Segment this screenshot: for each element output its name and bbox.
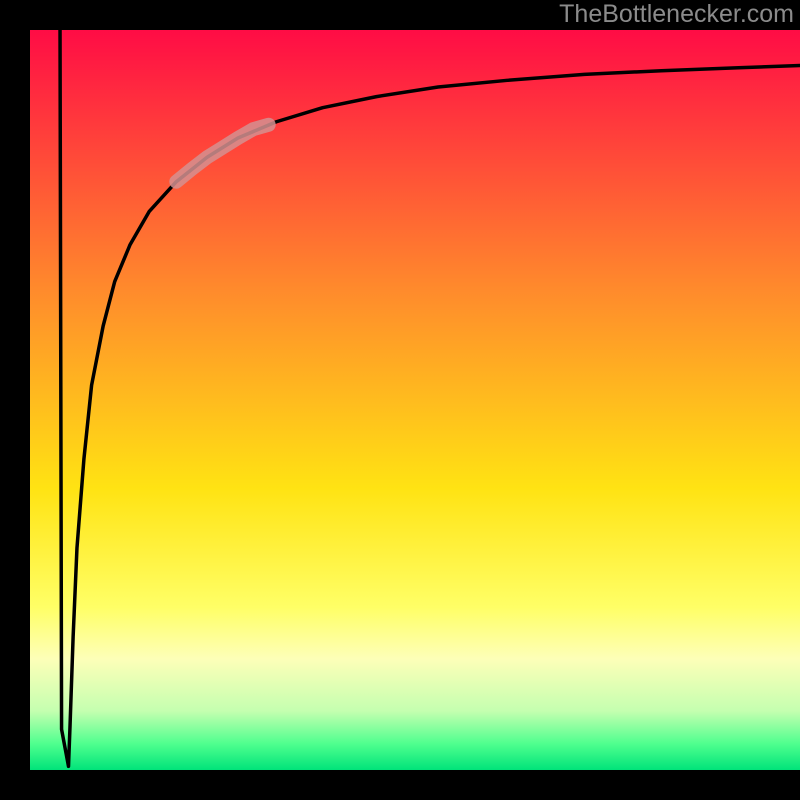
watermark-text: TheBottlenecker.com: [559, 0, 794, 29]
chart-gradient-bg: [30, 30, 800, 770]
chart-stage: TheBottlenecker.com: [0, 0, 800, 800]
chart-svg: [0, 0, 800, 800]
